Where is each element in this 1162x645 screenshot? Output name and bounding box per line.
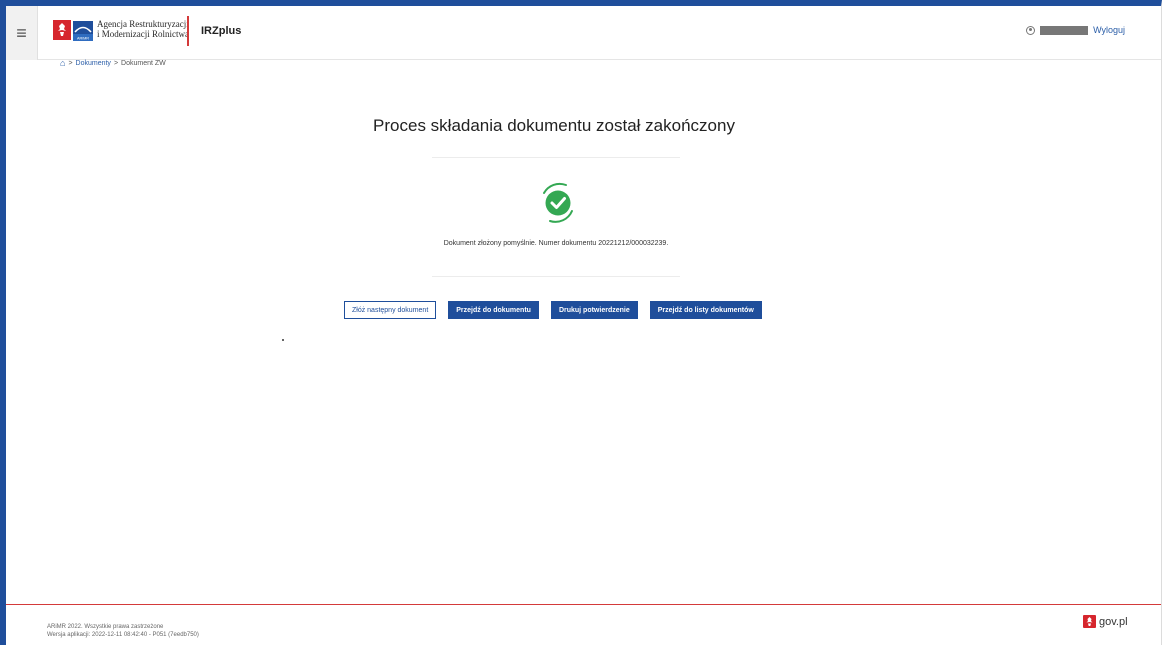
print-confirmation-button[interactable]: Drukuj potwierdzenie — [550, 301, 638, 319]
user-name-redacted — [1040, 25, 1089, 35]
org-name-line2: i Modernizacji Rolnictwa — [97, 29, 189, 39]
footer-info: ARiMR 2022. Wszystkie prawa zastrzeżone … — [47, 623, 199, 639]
app-name[interactable]: IRZplus — [201, 25, 241, 37]
check-circle-icon — [543, 182, 573, 223]
footer-divider — [6, 604, 1161, 605]
top-header: ≡ ARiMR Agencja Restrukturyzacji i Moder… — [6, 6, 1161, 60]
go-to-document-button[interactable]: Przejdź do dokumentu — [448, 301, 539, 319]
submit-next-document-button[interactable]: Złóż następny dokument — [344, 301, 437, 319]
footer-version: Wersja aplikacji: 2022-12-11 08:42:40 - … — [47, 632, 199, 638]
success-message: Dokument złożony pomyślnie. Numer dokume… — [443, 240, 669, 247]
user-box: Wyloguj — [1026, 25, 1125, 35]
breadcrumb-item-current: Dokument ZW — [121, 59, 166, 67]
go-to-document-list-button[interactable]: Przejdź do listy dokumentów — [649, 301, 762, 319]
page-title: Proces składania dokumentu został zakońc… — [373, 116, 735, 135]
footer-copyright: ARiMR 2022. Wszystkie prawa zastrzeżone — [47, 624, 164, 630]
hamburger-icon[interactable]: ≡ — [6, 6, 38, 60]
govpl-label[interactable]: gov.pl — [1099, 616, 1128, 628]
polish-emblem-icon — [53, 20, 71, 40]
breadcrumb-item-dokumenty[interactable]: Dokumenty — [76, 60, 111, 67]
logo-separator — [187, 16, 189, 46]
divider — [432, 157, 680, 158]
home-icon[interactable]: ⌂ — [60, 58, 65, 68]
org-name-line1: Agencja Restrukturyzacji — [97, 19, 189, 29]
logout-link[interactable]: Wyloguj — [1093, 25, 1125, 35]
user-icon — [1026, 25, 1036, 35]
polish-emblem-icon — [1083, 615, 1096, 628]
action-buttons: Złóż następny dokument Przejdź do dokume… — [344, 301, 762, 319]
app-frame — [0, 0, 1162, 645]
breadcrumb-separator: > — [113, 59, 119, 67]
breadcrumb-separator: > — [68, 59, 73, 67]
divider — [432, 276, 680, 277]
govpl-link[interactable]: gov.pl — [1083, 615, 1128, 628]
arimr-logo-icon: ARiMR — [73, 21, 93, 41]
org-name: Agencja Restrukturyzacji i Modernizacji … — [97, 19, 189, 39]
stray-dot — [282, 339, 284, 341]
breadcrumb: ⌂ > Dokumenty > Dokument ZW — [60, 58, 166, 68]
arimr-logo-text: ARiMR — [77, 37, 89, 41]
